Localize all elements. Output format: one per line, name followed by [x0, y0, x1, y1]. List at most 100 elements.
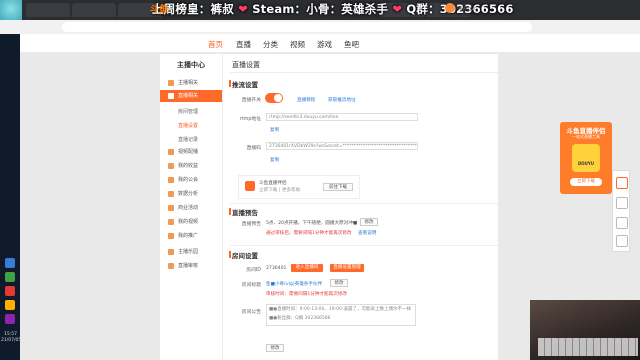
back-to-top-icon[interactable]	[616, 235, 628, 247]
sidebar-icon	[168, 233, 174, 239]
feedback-icon[interactable]	[616, 177, 628, 189]
room-title-edit-button[interactable]: 修改	[330, 279, 348, 287]
rtmp-label: rtmp地址	[239, 117, 261, 122]
sidebar-item-review[interactable]: 直播审核	[160, 260, 222, 272]
sidebar-item-income[interactable]: 我的收益	[160, 160, 222, 172]
os-taskbar	[0, 34, 20, 360]
promo-sub: 一站式直播工具	[572, 134, 600, 139]
section-preview: 直播预告	[229, 208, 258, 217]
sidebar-item-park[interactable]: 主播乐园	[160, 246, 222, 258]
link-tutorial[interactable]: 直播教程	[297, 97, 315, 103]
companion-download-button[interactable]: 前往下载	[323, 183, 353, 191]
sidebar-icon	[168, 249, 174, 255]
browser-tab[interactable]	[72, 3, 116, 17]
room-title-label: 房间标题	[241, 283, 261, 288]
sidebar-item-business[interactable]: 商业活动	[160, 202, 222, 214]
keyboard-in-webcam	[538, 338, 638, 356]
sidebar-item-video[interactable]: 视频配播	[160, 146, 222, 158]
clock-date: 21/07/05	[1, 338, 22, 343]
sidebar-icon	[168, 263, 174, 269]
enter-room-button[interactable]: 进入直播间	[291, 264, 323, 272]
overlay-name: 裤叔	[210, 2, 234, 16]
nav-category[interactable]: 分类	[263, 39, 278, 50]
sidebar-sub-room[interactable]: 房间管理	[178, 108, 198, 115]
link-get-url[interactable]: 获取推流地址	[328, 97, 356, 103]
switch-label: 直播开关	[241, 98, 261, 103]
copy-code-button[interactable]: 复制	[270, 157, 279, 163]
room-manage-button[interactable]: 直播设置管理	[330, 264, 364, 272]
streamer-avatar	[0, 0, 22, 22]
sidebar-item-guild[interactable]: 我的公会	[160, 174, 222, 186]
nav-games[interactable]: 游戏	[317, 39, 332, 50]
notice-line: ■●粉丝群：Q群 302366566	[269, 316, 331, 321]
sidebar-item-anchor[interactable]: 主播相关	[160, 77, 222, 89]
sidebar-item-myvideo[interactable]: 我的视频	[160, 216, 222, 228]
page-title: 直播设置	[232, 61, 260, 69]
section-stream: 推流设置	[229, 80, 258, 89]
preview-text: 5点、20点开播，下午随便，圆播大原对冲■	[266, 221, 358, 226]
copy-rtmp-button[interactable]: 复制	[270, 127, 279, 133]
companion-promo-banner[interactable]: 斗鱼直播伴侣 一站式直播工具 DOUYU 立即下载	[560, 122, 612, 194]
nav-fishbar[interactable]: 鱼吧	[344, 39, 359, 50]
sidebar-icon	[168, 205, 174, 211]
preview-label: 直播预告	[241, 222, 261, 227]
divider	[230, 245, 498, 246]
companion-icon	[245, 181, 255, 191]
divider	[230, 72, 498, 73]
sidebar-item-live[interactable]: 直播相关	[160, 90, 222, 102]
companion-download-card: 斗鱼直播伴侣 立即下载 | 更多帮助 前往下载	[238, 175, 360, 199]
preview-edit-button[interactable]: 修改	[360, 218, 378, 226]
nav-live[interactable]: 直播	[236, 39, 251, 50]
section-room: 房间设置	[229, 251, 258, 260]
room-id-label: 房间ID	[246, 268, 261, 273]
nav-home[interactable]: 首页	[208, 39, 223, 50]
sidebar-item-data[interactable]: 数据分析	[160, 188, 222, 200]
address-bar	[0, 20, 640, 35]
sidebar-icon	[168, 219, 174, 225]
nav-video[interactable]: 视频	[290, 39, 305, 50]
user-name[interactable]: 用户gvc	[458, 5, 477, 12]
notice-edit-button[interactable]: 修改	[266, 344, 284, 352]
stream-code-field[interactable]: 2736401rXVDbW29s?wsSecret=**************…	[266, 142, 418, 150]
browser-tab[interactable]	[26, 3, 70, 17]
side-toolbar	[612, 170, 630, 252]
sidebar-icon	[168, 80, 174, 86]
settings-icon[interactable]	[616, 217, 628, 229]
app-icon[interactable]	[5, 258, 15, 268]
sidebar-icon	[168, 93, 174, 99]
sidebar-icon	[168, 191, 174, 197]
rtmp-field[interactable]: rtmp://sendtc3.douyu.com/live	[266, 113, 418, 121]
room-id-value: 2736401	[266, 266, 287, 271]
sidebar-title: 主播中心	[177, 61, 205, 69]
app-icon[interactable]	[5, 272, 15, 282]
app-icon[interactable]	[5, 286, 15, 296]
douyu-logo[interactable]: 斗鱼	[150, 2, 178, 16]
companion-title: 斗鱼直播伴侣	[259, 181, 287, 186]
live-switch-toggle[interactable]	[265, 93, 283, 103]
sidebar-sub-record[interactable]: 直播记录	[178, 136, 198, 143]
room-notice-field[interactable]: ■●直播时间：9:00-13:00、19:00-凌晨了，可能早上晚上偶尔不一样 …	[266, 304, 416, 326]
preview-help-link[interactable]: 查看说明	[358, 230, 376, 236]
home-icon[interactable]	[616, 197, 628, 209]
heart-icon: ❤	[392, 2, 403, 16]
app-icon[interactable]	[5, 300, 15, 310]
companion-sub: 立即下载 | 更多帮助	[259, 188, 301, 193]
preview-notice: 通过审核后，需要间隔1分钟才能再次修改	[266, 231, 352, 236]
sidebar-sub-settings[interactable]: 直播设置	[178, 122, 198, 129]
douyu-mascot-icon: DOUYU	[572, 144, 600, 172]
divider	[230, 203, 498, 204]
url-input[interactable]	[62, 22, 532, 32]
app-icon[interactable]	[5, 314, 15, 324]
room-title-notice: 审核时间：需要间隔1分钟才能再次修改	[266, 292, 348, 297]
user-avatar[interactable]	[445, 3, 455, 13]
notice-label: 房间公告	[241, 310, 261, 315]
sidebar-item-promo[interactable]: 我的推广	[160, 230, 222, 242]
overlay-steam: Steam：小骨：英雄杀手	[252, 2, 389, 16]
heart-icon: ❤	[238, 2, 248, 16]
promo-logo-text: DOUYU	[577, 161, 595, 166]
code-label: 直播码	[246, 146, 261, 151]
room-title-value: 鱼■小骨(vlg)英雄杀手伙伴	[266, 282, 323, 287]
sidebar-icon	[168, 163, 174, 169]
sidebar-icon	[168, 177, 174, 183]
promo-download-button[interactable]: 立即下载	[570, 178, 602, 186]
